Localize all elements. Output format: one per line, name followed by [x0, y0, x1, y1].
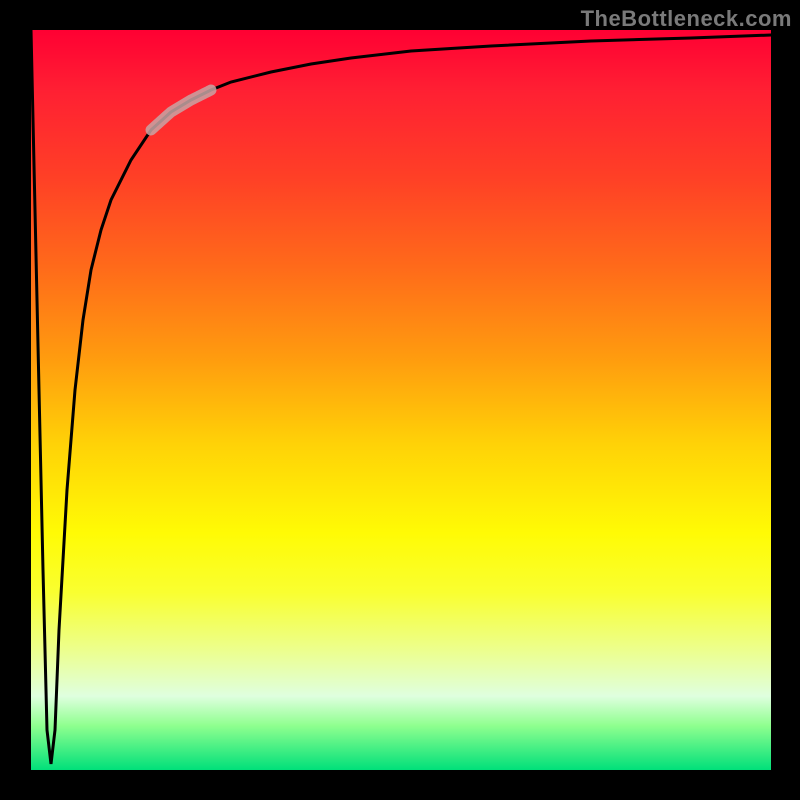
- chart-stage: TheBottleneck.com: [0, 0, 800, 800]
- curve-highlight: [151, 90, 211, 130]
- curve-svg: [31, 30, 771, 770]
- curve-line: [31, 30, 771, 764]
- watermark-text: TheBottleneck.com: [581, 6, 792, 32]
